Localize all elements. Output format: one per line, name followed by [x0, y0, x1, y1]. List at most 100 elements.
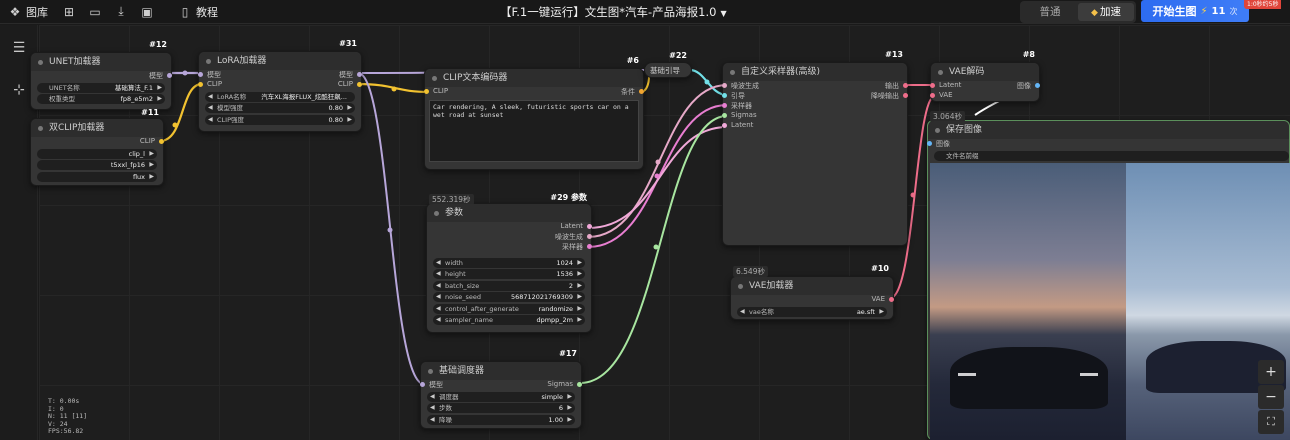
node-id: #10	[871, 264, 889, 273]
lightning-icon: ⚡	[1200, 5, 1208, 17]
arrow-right-icon: ▶	[157, 95, 162, 102]
download-button[interactable]: ⤓	[108, 0, 134, 24]
speed-mode-toggle: 普通 ◆ 加速	[1020, 1, 1136, 23]
output-slot[interactable]: 模型	[31, 71, 172, 81]
mode-normal-button[interactable]: 普通	[1022, 3, 1078, 21]
workflow-title-dropdown[interactable]: 【F.1一键运行】文生图*汽车-产品海报1.0 ▼	[500, 0, 727, 24]
node-title: UNET加载器	[31, 53, 171, 71]
basic-scheduler-node[interactable]: #17 基础调度器 模型 Sigmas ◀ 调度器 simple ▶ ◀ 步数 6 ▶ ◀ 降…	[420, 349, 582, 429]
sampler-output-slot[interactable]: 采样器	[427, 242, 592, 252]
zoom-out-button[interactable]: −	[1258, 385, 1284, 409]
node-id: #11	[141, 108, 159, 117]
image-preview[interactable]	[930, 163, 1290, 440]
tutorial-button[interactable]: ▯ 教程	[170, 0, 226, 24]
node-title: VAE解码	[931, 63, 1039, 81]
noise-output-slot[interactable]: 噪波生成	[427, 232, 592, 242]
node-exec-time: 6.549秒	[733, 266, 768, 277]
model-slot-row[interactable]: 模型 Sigmas	[420, 380, 582, 390]
unet-loader-node[interactable]: #12 UNET加载器 模型 UNET名称 基础算法_F.1 ▶ 权重类型 fp8_e…	[30, 40, 172, 110]
clip2-combo[interactable]: t5xxl_fp16 ▶	[37, 160, 157, 170]
model-strength-input[interactable]: ◀ 模型强度 0.80 ▶	[205, 103, 355, 113]
latent-slot-row[interactable]: Latent 图像	[930, 81, 1040, 91]
weight-type-combo[interactable]: 权重类型 fp8_e5m2 ▶	[37, 94, 165, 104]
node-id: #31	[339, 39, 357, 48]
clip-strength-input[interactable]: ◀ CLIP强度 0.80 ▶	[205, 114, 355, 125]
vae-name-combo[interactable]: ◀ vae名称 ae.sft ▶	[737, 306, 887, 317]
scheduler-combo[interactable]: ◀ 调度器 simple ▶	[427, 391, 575, 402]
dual-clip-loader-node[interactable]: #11 双CLIP加载器 CLIP clip_l ▶ t5xxl_fp16 ▶ fl…	[30, 108, 164, 186]
lora-name-combo[interactable]: ◀ LoRA名称 汽车XL海报FLUX_炫酷狂飙...	[205, 91, 355, 102]
clip-type-combo[interactable]: flux ▶	[37, 171, 157, 182]
save-button[interactable]: ▣	[134, 0, 160, 24]
book-icon: ▯	[181, 4, 189, 19]
diamond-icon: ◆	[1091, 8, 1098, 18]
prompt-textarea[interactable]: Car rendering, A sleek, futuristic sport…	[429, 100, 639, 162]
tutorial-label: 教程	[196, 5, 218, 19]
param-width[interactable]: ◀ width 1024 ▶	[433, 257, 585, 268]
latent-slot-row[interactable]: Latent	[722, 121, 907, 131]
param-control-after-generate[interactable]: ◀ control_after_generate randomize ▶	[433, 303, 585, 314]
start-generate-label: 开始生图	[1152, 5, 1197, 18]
canvas-stats: T: 0.00s I: 0 N: 11 [11] V: 24 FPS:56.82	[48, 397, 88, 435]
limit-badge: 1:0秒约5秒	[1244, 0, 1282, 9]
basic-guider-node[interactable]: #22 基础引导	[644, 51, 692, 78]
vae-loader-node[interactable]: 6.549秒 #10 VAE加载器 VAE ◀ vae名称 ae.sft ▶	[730, 264, 894, 320]
layers-icon: ❖	[9, 4, 21, 19]
download-icon: ⤓	[118, 4, 124, 18]
node-title: 基础调度器	[421, 362, 581, 380]
unet-name-combo[interactable]: UNET名称 基础算法_F.1 ▶	[37, 82, 165, 93]
vae-output-slot[interactable]: VAE	[731, 295, 894, 305]
node-id: #17	[559, 349, 577, 358]
generated-image-1[interactable]	[930, 163, 1126, 440]
image-slot-row[interactable]: 图像	[927, 139, 1289, 149]
top-bar: ❖ 图库 ⊞ ▭ ⤓ ▣ ▯ 教程 【F.1一键运行】文生图*汽车-产品海报1.…	[0, 0, 1290, 24]
sigmas-slot-row[interactable]: Sigmas	[722, 111, 907, 121]
clip-text-encode-node[interactable]: #6 CLIP文本编码器 CLIP 条件 Car rendering, A sl…	[424, 56, 644, 170]
clip-slot-row[interactable]: CLIP CLIP	[198, 80, 362, 90]
denoise-input[interactable]: ◀ 降噪 1.00 ▶	[427, 414, 575, 425]
sampler-slot-row[interactable]: 采样器	[722, 101, 907, 111]
save-icon: ▣	[141, 4, 153, 19]
remaining-count: 11	[1211, 5, 1226, 17]
zoom-in-button[interactable]: +	[1258, 360, 1284, 384]
node-id: #12	[149, 40, 167, 49]
node-id: #29 参数	[550, 193, 587, 202]
node-title: 双CLIP加载器	[31, 119, 163, 137]
arrow-right-icon: ▶	[157, 83, 162, 91]
node-title: LoRA加载器	[199, 52, 361, 70]
latent-output-slot[interactable]: Latent	[427, 222, 592, 232]
param-sampler-name[interactable]: ◀ sampler_name dpmpp_2m ▶	[433, 315, 585, 325]
model-slot-row[interactable]: 模型 模型	[198, 70, 362, 80]
fit-icon: ⛶	[1267, 415, 1275, 428]
node-tree-icon[interactable]: ⊹	[10, 81, 28, 99]
gallery-label: 图库	[26, 5, 48, 19]
noise-slot-row[interactable]: 噪波生成 输出	[722, 81, 908, 91]
mode-fast-label: 加速	[1099, 6, 1121, 18]
guider-slot-row[interactable]: 引导 降噪输出	[722, 91, 908, 101]
node-title: 自定义采样器(高级)	[723, 63, 907, 81]
filename-prefix-input[interactable]: 文件名前缀	[934, 150, 1289, 161]
document-list-icon[interactable]: ☰	[10, 39, 28, 57]
clip1-combo[interactable]: clip_l ▶	[37, 148, 157, 159]
param-batch-size[interactable]: ◀ batch_size 2 ▶	[433, 280, 585, 291]
output-slot[interactable]: CLIP	[31, 137, 164, 147]
start-generate-button[interactable]: 开始生图 ⚡ 11 次	[1141, 0, 1249, 22]
open-folder-button[interactable]: ▭	[82, 0, 108, 24]
clip-slot-row[interactable]: CLIP 条件	[424, 87, 644, 97]
gallery-button[interactable]: ❖ 图库	[0, 0, 56, 24]
custom-sampler-node[interactable]: #13 自定义采样器(高级) 噪波生成 输出 引导 降噪输出 采样器 Sigmas …	[722, 50, 908, 246]
folder-icon: ▭	[89, 4, 101, 19]
minus-icon: −	[1265, 389, 1277, 405]
workflow-title: 【F.1一键运行】文生图*汽车-产品海报1.0	[500, 5, 717, 19]
node-id: #6	[626, 56, 639, 65]
steps-input[interactable]: ◀ 步数 6 ▶	[427, 403, 575, 413]
param-noise-seed[interactable]: ◀ noise_seed 568712021769309 ▶	[433, 292, 585, 302]
lora-loader-node[interactable]: #31 LoRA加载器 模型 模型 CLIP CLIP ◀ LoRA名称 汽车XL海…	[198, 39, 362, 132]
param-height[interactable]: ◀ height 1536 ▶	[433, 269, 585, 279]
params-node[interactable]: 552.319秒 #29 参数 参数 Latent 噪波生成 采样器 ◀ widt…	[426, 193, 592, 333]
vae-slot-row[interactable]: VAE	[930, 91, 1039, 101]
new-file-button[interactable]: ⊞	[56, 0, 82, 24]
fit-view-button[interactable]: ⛶	[1258, 410, 1284, 434]
mode-fast-button[interactable]: ◆ 加速	[1078, 3, 1134, 21]
vae-decode-node[interactable]: #8 VAE解码 Latent 图像 VAE	[930, 50, 1040, 102]
